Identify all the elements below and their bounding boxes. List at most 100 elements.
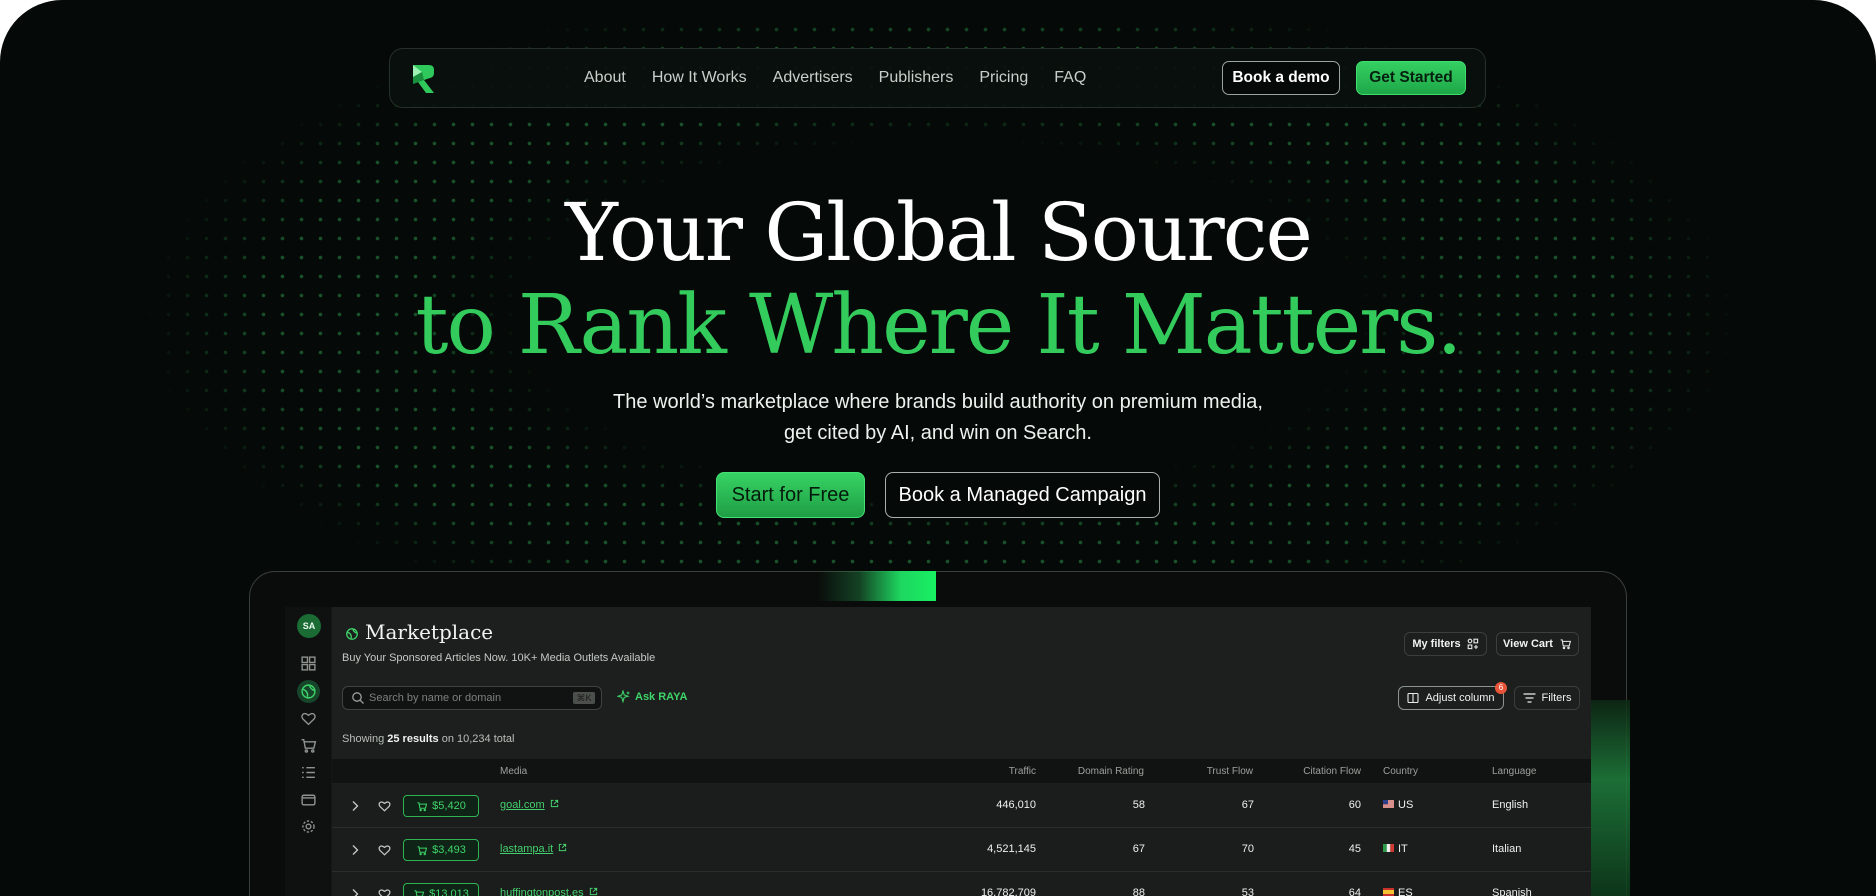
filters-button[interactable]: Filters xyxy=(1514,686,1580,710)
page-subtitle: Buy Your Sponsored Articles Now. 10K+ Me… xyxy=(342,652,656,664)
my-filters-button[interactable]: My filters xyxy=(1404,632,1487,656)
column-header-language[interactable]: Language xyxy=(1492,766,1537,777)
search-icon xyxy=(352,692,364,704)
trust-flow-value: 70 xyxy=(1241,843,1254,855)
trust-flow-value: 53 xyxy=(1241,887,1254,896)
top-navigation: About How It Works Advertisers Publisher… xyxy=(389,48,1486,108)
column-header-traffic[interactable]: Traffic xyxy=(950,766,1036,777)
column-header-media[interactable]: Media xyxy=(500,766,527,777)
book-demo-button[interactable]: Book a demo xyxy=(1222,61,1340,95)
table-row[interactable]: $3,493 lastampa.it 4,521,145 67 70 45 IT… xyxy=(332,828,1591,872)
hero-subtitle-line2: get cited by AI, and win on Search. xyxy=(784,422,1092,444)
my-filters-label: My filters xyxy=(1412,638,1461,650)
view-cart-label: View Cart xyxy=(1503,638,1553,650)
avatar[interactable]: SA xyxy=(297,614,321,638)
media-link[interactable]: goal.com xyxy=(500,799,545,811)
heart-icon[interactable] xyxy=(377,799,392,813)
cart-icon xyxy=(414,889,425,896)
nav-link-publishers[interactable]: Publishers xyxy=(879,69,954,87)
cart-icon xyxy=(1560,639,1572,650)
filters-label: Filters xyxy=(1541,692,1572,704)
adjust-column-label: Adjust column xyxy=(1425,692,1495,704)
cart-icon xyxy=(417,845,428,855)
globe-icon xyxy=(346,628,358,640)
keyboard-shortcut-icon: ⌘K xyxy=(573,692,595,704)
grid-icon[interactable] xyxy=(300,655,317,672)
table-row[interactable]: $5,420 goal.com 446,010 58 67 60 US Engl… xyxy=(332,784,1591,828)
filter-lines-icon xyxy=(1523,693,1536,703)
nav-link-advertisers[interactable]: Advertisers xyxy=(773,69,853,87)
add-to-cart-button[interactable]: $3,493 xyxy=(403,839,479,861)
settings-icon[interactable] xyxy=(300,818,317,835)
language-value: English xyxy=(1492,799,1529,811)
column-header-domain-rating[interactable]: Domain Rating xyxy=(1030,766,1144,777)
chevron-right-icon[interactable] xyxy=(350,800,360,812)
adjust-column-button[interactable]: Adjust column xyxy=(1398,686,1504,710)
domain-rating-value: 67 xyxy=(1132,843,1145,855)
page-title: Marketplace xyxy=(365,620,494,644)
ask-raya-label: Ask RAYA xyxy=(635,691,688,703)
add-to-cart-button[interactable]: $5,420 xyxy=(403,795,479,817)
adjust-column-badge: 6 xyxy=(1495,682,1507,694)
country-cell: IT xyxy=(1383,843,1408,855)
chevron-right-icon[interactable] xyxy=(350,888,360,896)
column-header-country[interactable]: Country xyxy=(1383,766,1418,777)
heart-icon[interactable] xyxy=(377,843,392,857)
brand-logo-icon[interactable] xyxy=(410,63,436,95)
media-link[interactable]: lastampa.it xyxy=(500,843,553,855)
column-header-trust-flow[interactable]: Trust Flow xyxy=(1150,766,1253,777)
search-box[interactable]: ⌘K xyxy=(342,686,602,710)
ask-raya-button[interactable]: Ask RAYA xyxy=(617,690,687,704)
heart-icon[interactable] xyxy=(300,710,317,727)
results-count: 25 results xyxy=(387,733,439,745)
traffic-value: 446,010 xyxy=(996,799,1036,811)
traffic-value: 4,521,145 xyxy=(987,843,1036,855)
domain-rating-value: 58 xyxy=(1132,799,1145,811)
language-value: Spanish xyxy=(1492,887,1532,896)
wallet-icon[interactable] xyxy=(300,791,317,808)
nav-link-about[interactable]: About xyxy=(584,69,626,87)
table-row[interactable]: $13,013 huffingtonpost.es 16,782,709 88 … xyxy=(332,872,1591,896)
sparkle-icon xyxy=(617,690,630,704)
citation-flow-value: 60 xyxy=(1348,799,1361,811)
view-cart-button[interactable]: View Cart xyxy=(1496,632,1579,656)
get-started-button[interactable]: Get Started xyxy=(1356,61,1466,95)
language-value: Italian xyxy=(1492,843,1522,855)
hero-subtitle-line1: The world’s marketplace where brands bui… xyxy=(613,391,1263,413)
citation-flow-value: 45 xyxy=(1348,843,1361,855)
nav-link-faq[interactable]: FAQ xyxy=(1054,69,1086,87)
external-link-icon[interactable] xyxy=(558,843,567,852)
green-glow-accent xyxy=(818,571,936,601)
globe-icon[interactable] xyxy=(300,683,317,700)
book-managed-campaign-button[interactable]: Book a Managed Campaign xyxy=(885,472,1160,518)
country-cell: US xyxy=(1383,799,1413,811)
cart-icon[interactable] xyxy=(300,737,317,754)
traffic-value: 16,782,709 xyxy=(980,887,1036,896)
hero-title-line2: to Rank Where It Matters. xyxy=(415,278,1463,373)
list-icon[interactable] xyxy=(300,764,317,781)
country-cell: ES xyxy=(1383,887,1413,896)
nav-link-pricing[interactable]: Pricing xyxy=(979,69,1028,87)
citation-flow-value: 64 xyxy=(1348,887,1361,896)
add-to-cart-button[interactable]: $13,013 xyxy=(403,883,479,896)
columns-icon xyxy=(1407,692,1420,704)
chevron-right-icon[interactable] xyxy=(350,844,360,856)
nav-links: About How It Works Advertisers Publisher… xyxy=(584,49,1086,107)
trust-flow-value: 67 xyxy=(1241,799,1254,811)
it-flag-icon xyxy=(1383,844,1394,852)
external-link-icon[interactable] xyxy=(550,799,559,808)
domain-rating-value: 88 xyxy=(1132,887,1145,896)
external-link-icon[interactable] xyxy=(589,887,598,896)
search-input[interactable] xyxy=(369,692,559,704)
filter-grid-icon xyxy=(1467,638,1478,650)
nav-link-how-it-works[interactable]: How It Works xyxy=(652,69,747,87)
column-header-citation-flow[interactable]: Citation Flow xyxy=(1250,766,1361,777)
heart-icon[interactable] xyxy=(377,887,392,896)
us-flag-icon xyxy=(1383,800,1394,808)
es-flag-icon xyxy=(1383,888,1394,896)
hero-title-line1: Your Global Source xyxy=(565,186,1313,279)
cart-icon xyxy=(417,801,428,811)
start-for-free-button[interactable]: Start for Free xyxy=(716,472,865,518)
results-summary: Showing 25 results on 10,234 total xyxy=(342,733,515,745)
media-link[interactable]: huffingtonpost.es xyxy=(500,887,584,896)
